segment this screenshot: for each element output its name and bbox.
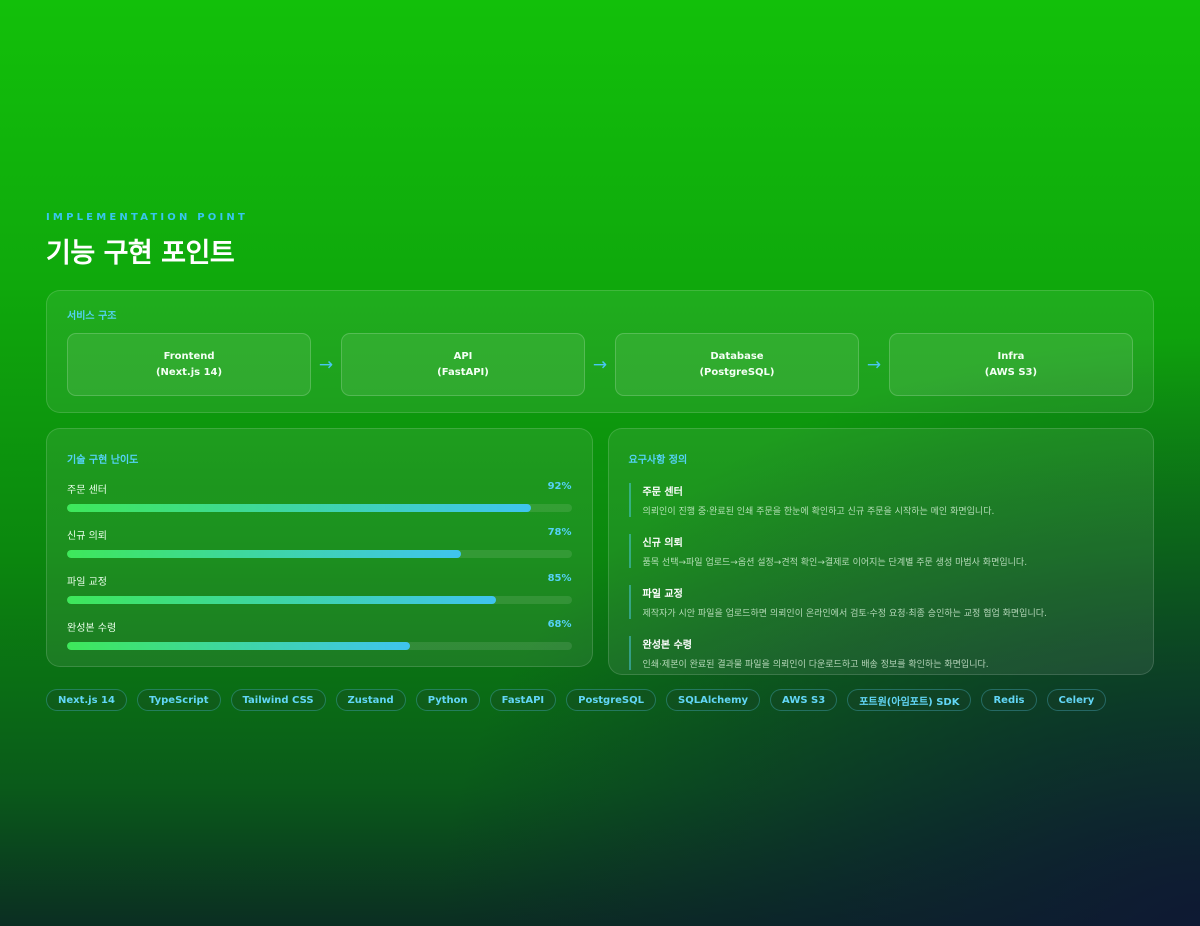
arrow-right-icon: → (318, 354, 334, 375)
requirement-item: 파일 교정 제작자가 시안 파일을 업로드하면 의뢰인이 온라인에서 검토·수정… (628, 585, 1134, 619)
tech-tag: Next.js 14 (46, 689, 127, 711)
difficulty-item: 신규 의뢰 78% (67, 527, 572, 558)
tech-tag: PostgreSQL (566, 689, 657, 711)
difficulty-label: 기술 구현 난이도 (67, 455, 139, 466)
arch-node-infra: Infra (AWS S3) (888, 333, 1133, 396)
requirement-item: 완성본 수령 인쇄·제본이 완료된 결과물 파일을 의뢰인이 다운로드하고 배송… (628, 636, 1134, 670)
tech-tag: FastAPI (489, 689, 557, 711)
tech-tag-list: Next.js 14 TypeScript Tailwind CSS Zusta… (46, 689, 1154, 711)
difficulty-item-percent: 85% (547, 573, 572, 584)
arch-node-tech: (Next.js 14) (155, 366, 223, 378)
section-eyebrow: IMPLEMENTATION POINT (46, 212, 248, 223)
difficulty-item-percent: 92% (547, 481, 572, 492)
difficulty-item-name: 완성본 수령 (67, 623, 117, 634)
requirement-title: 완성본 수령 (642, 640, 692, 651)
tech-tag: Python (415, 689, 480, 711)
tech-tag: Celery (1046, 689, 1107, 711)
progress-fill (67, 596, 496, 604)
requirements-label: 요구사항 정의 (628, 455, 688, 466)
requirement-item: 신규 의뢰 품목 선택→파일 업로드→옵션 설정→견적 확인→결제로 이어지는 … (628, 534, 1134, 568)
requirement-title: 파일 교정 (642, 589, 683, 600)
tech-tag: 포트원(아임포트) SDK (847, 689, 972, 711)
arch-node-frontend: Frontend (Next.js 14) (67, 333, 312, 396)
tech-tag: Zustand (335, 689, 406, 711)
requirements-panel: 요구사항 정의 주문 센터 의뢰인이 진행 중·완료된 인쇄 주문을 한눈에 확… (607, 428, 1154, 675)
difficulty-item-name: 주문 센터 (67, 485, 107, 496)
progress-track (67, 642, 572, 650)
progress-fill (67, 642, 411, 650)
arch-node-database: Database (PostgreSQL) (614, 333, 860, 396)
progress-track (67, 504, 572, 512)
tech-tag: TypeScript (136, 689, 221, 711)
arrow-right-icon: → (866, 354, 882, 375)
progress-fill (67, 550, 461, 558)
arch-node-name: Infra (997, 350, 1025, 362)
difficulty-item: 파일 교정 85% (67, 573, 572, 604)
requirement-title: 주문 센터 (642, 487, 683, 498)
requirement-desc: 인쇄·제본이 완료된 결과물 파일을 의뢰인이 다운로드하고 배송 정보를 확인… (642, 660, 989, 670)
implementation-section: IMPLEMENTATION POINT 기능 구현 포인트 서비스 구조 Fr… (46, 212, 1154, 711)
progress-track (67, 550, 572, 558)
architecture-flow: Frontend (Next.js 14) → API (FastAPI) → … (67, 333, 1133, 396)
difficulty-panel: 기술 구현 난이도 주문 센터 92% 신규 의뢰 78% 파일 교정 85% … (46, 428, 593, 667)
requirement-desc: 제작자가 시안 파일을 업로드하면 의뢰인이 온라인에서 검토·수정 요청·최종… (642, 609, 1047, 619)
tech-tag: AWS S3 (770, 689, 838, 711)
requirement-title: 신규 의뢰 (642, 538, 683, 549)
arch-node-name: Frontend (163, 350, 215, 362)
progress-fill (67, 504, 532, 512)
difficulty-item-percent: 68% (547, 619, 572, 630)
page-title: 기능 구현 포인트 (46, 238, 235, 269)
arch-node-tech: (AWS S3) (984, 366, 1038, 378)
tech-tag: Tailwind CSS (230, 689, 326, 711)
difficulty-item: 완성본 수령 68% (67, 619, 572, 650)
arch-node-name: API (453, 350, 473, 362)
arch-node-api: API (FastAPI) (340, 333, 586, 396)
difficulty-item: 주문 센터 92% (67, 481, 572, 512)
architecture-label: 서비스 구조 (67, 311, 117, 322)
architecture-panel: 서비스 구조 Frontend (Next.js 14) → API (Fast… (46, 290, 1154, 413)
arch-node-tech: (FastAPI) (437, 366, 489, 378)
requirement-desc: 의뢰인이 진행 중·완료된 인쇄 주문을 한눈에 확인하고 신규 주문을 시작하… (642, 507, 995, 517)
requirement-item: 주문 센터 의뢰인이 진행 중·완료된 인쇄 주문을 한눈에 확인하고 신규 주… (628, 483, 1134, 517)
arch-node-name: Database (710, 350, 764, 362)
progress-track (67, 596, 572, 604)
requirement-desc: 품목 선택→파일 업로드→옵션 설정→견적 확인→결제로 이어지는 단계별 주문… (642, 558, 1028, 568)
difficulty-item-name: 파일 교정 (67, 577, 107, 588)
difficulty-item-name: 신규 의뢰 (67, 531, 107, 542)
difficulty-item-percent: 78% (547, 527, 572, 538)
tech-tag: SQLAlchemy (666, 689, 761, 711)
tech-tag: Redis (981, 689, 1037, 711)
arch-node-tech: (PostgreSQL) (699, 366, 775, 378)
arrow-right-icon: → (592, 354, 608, 375)
